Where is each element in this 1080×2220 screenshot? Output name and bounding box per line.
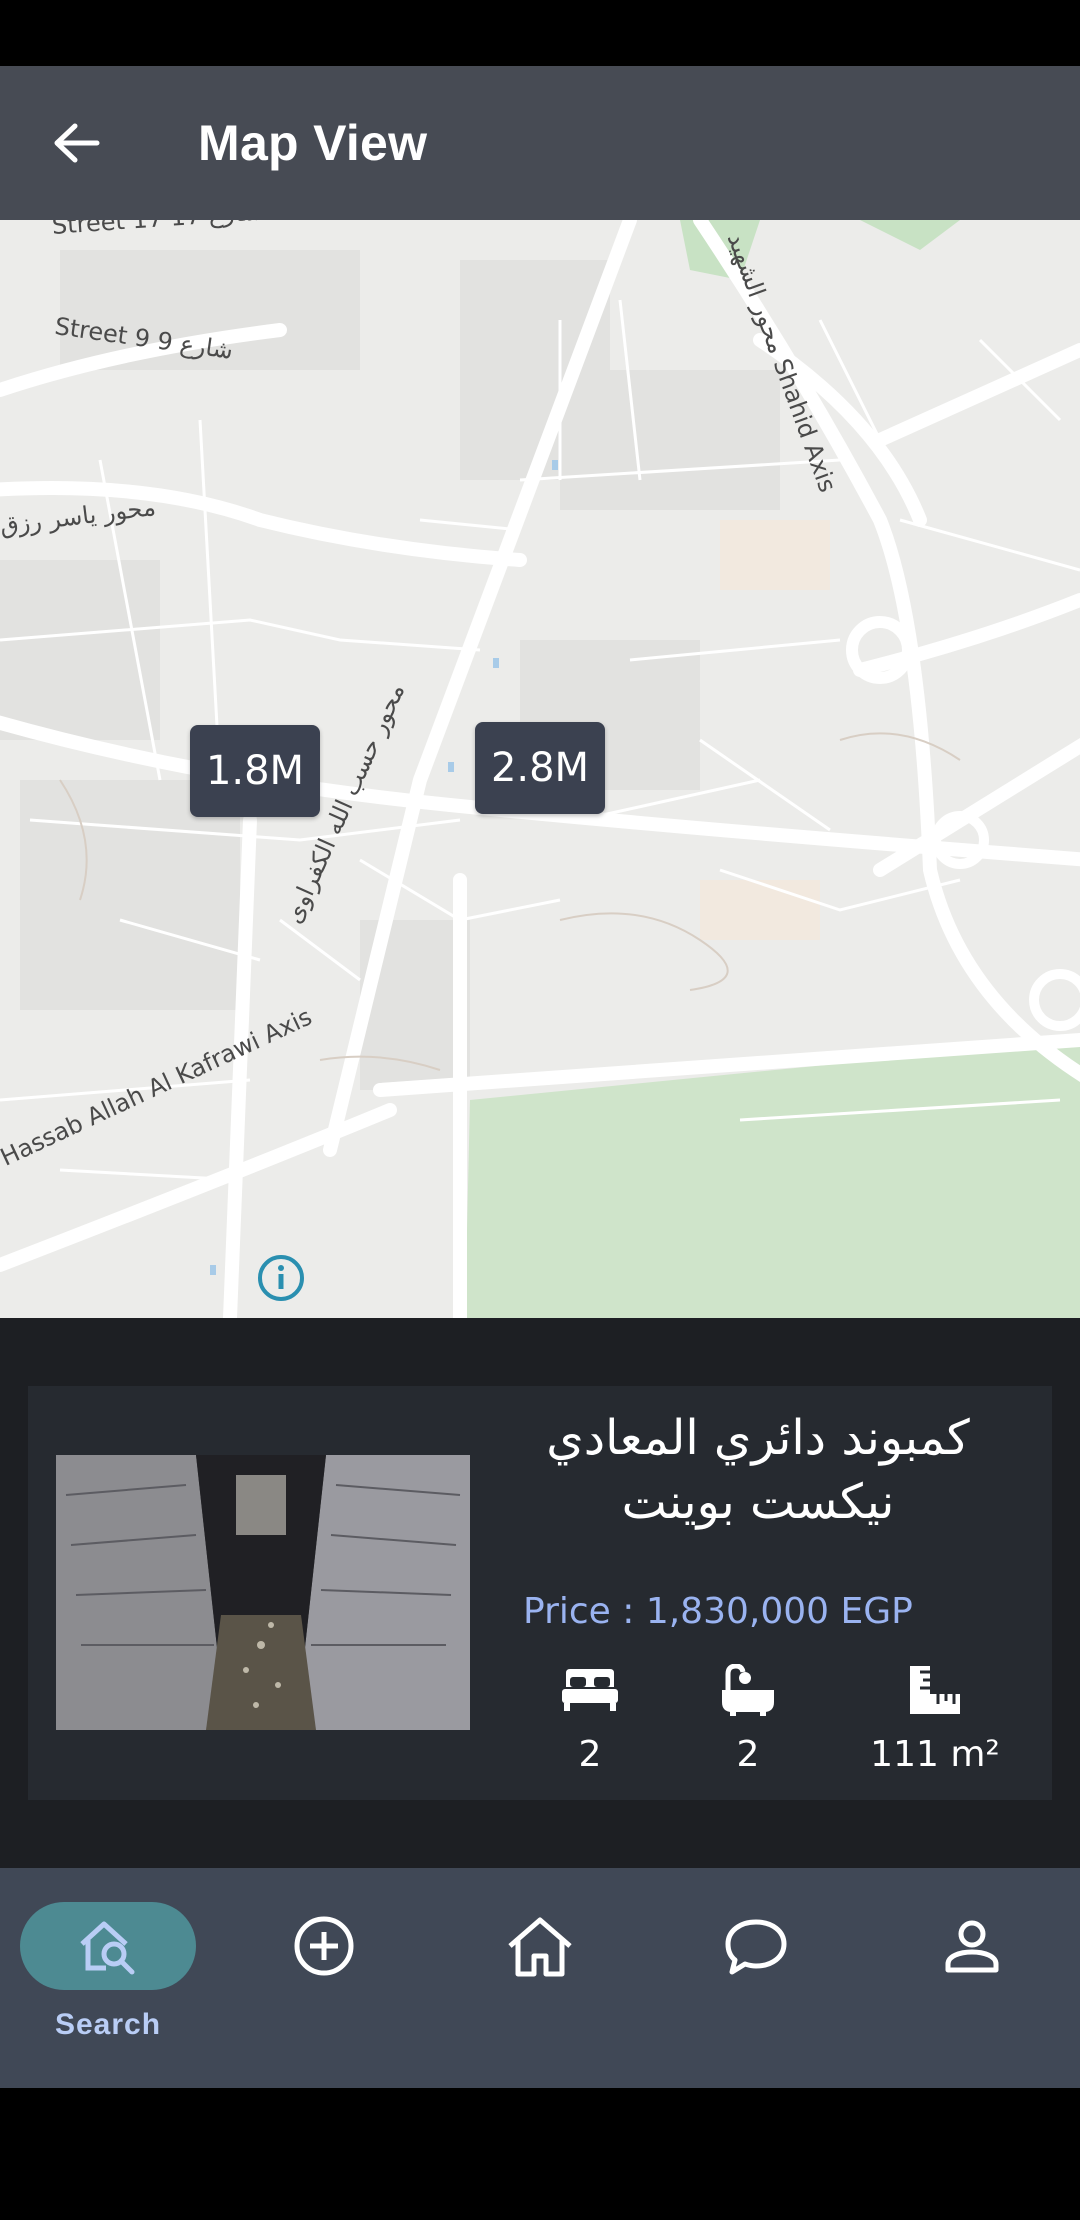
listing-price: Price : 1,830,000 EGP [523,1591,913,1632]
baths-count: 2 [736,1734,760,1775]
system-nav-bar [0,2088,1080,2220]
bathtub-icon [722,1664,774,1716]
bottom-nav: Search [0,1868,1080,2088]
price-marker[interactable]: 1.8M [190,725,320,817]
map-view[interactable]: Street 17 شارع 17 Street 9 شارع 9 محور ي… [0,220,1080,1318]
nav-item-home[interactable] [432,1868,648,2088]
arrow-left-icon [54,123,100,163]
beds-count: 2 [578,1734,602,1775]
nav-label-search: Search [54,2008,162,2041]
nav-item-messages[interactable] [648,1868,864,2088]
bed-icon [562,1669,618,1711]
listing-card[interactable]: كمبوند دائري المعادي نيكست بوينت Price :… [28,1386,1052,1800]
nav-item-profile[interactable] [864,1868,1080,2088]
listing-sheet: كمبوند دائري المعادي نيكست بوينت Price :… [0,1318,1080,1868]
person-icon [945,1920,999,1973]
nav-item-add[interactable] [216,1868,432,2088]
nav-item-search[interactable]: Search [0,1868,216,2088]
price-marker[interactable]: 2.8M [475,722,605,814]
listing-title-line1: كمبوند دائري المعادي [546,1410,970,1466]
page-title: Map View [198,115,428,171]
app-bar: Map View [0,66,1080,220]
listing-title: كمبوند دائري المعادي نيكست بوينت [498,1406,1018,1534]
status-bar [0,0,1080,66]
info-icon[interactable] [256,1253,306,1303]
ruler-icon [910,1666,960,1714]
home-icon [508,1917,572,1977]
add-circle-icon [294,1916,354,1976]
baths-feature: 2 [673,1660,823,1775]
listing-title-line2: نيكست بوينت [621,1474,895,1530]
back-button[interactable] [40,111,112,175]
beds-feature: 2 [515,1660,665,1775]
area-value: 111 m² [870,1734,1000,1775]
nav-active-indicator [20,1902,196,1990]
listing-image [56,1455,470,1730]
chat-bubble-icon [725,1919,787,1975]
search-home-icon [80,1921,135,1975]
area-feature: 111 m² [835,1660,1035,1775]
